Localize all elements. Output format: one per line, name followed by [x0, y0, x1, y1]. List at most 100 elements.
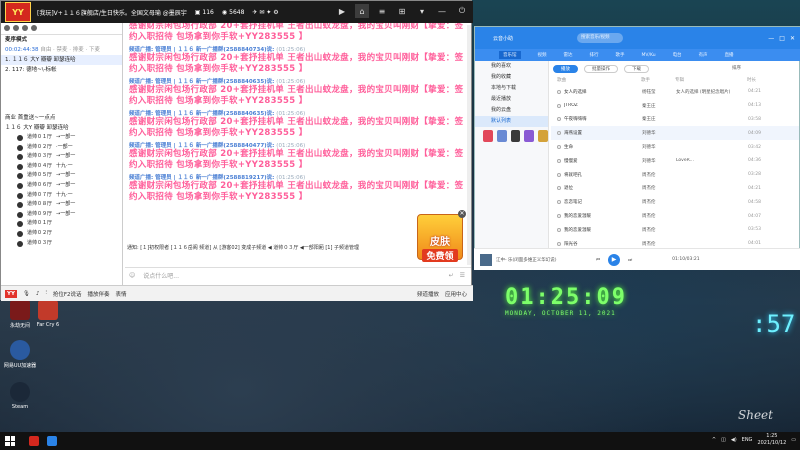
- speak-button[interactable]: 抢位F2说话: [53, 290, 82, 298]
- previous-icon[interactable]: ⏮: [596, 257, 600, 263]
- checkbox[interactable]: [557, 131, 561, 136]
- play-all-button[interactable]: 播放: [553, 65, 578, 73]
- checkbox[interactable]: [557, 117, 561, 122]
- seat-item[interactable]: 道帅０１厅: [1, 219, 122, 229]
- seat-item[interactable]: 道帅０３厅: [1, 239, 122, 249]
- seat-item[interactable]: 道帅０４厅 十九·一: [1, 162, 122, 172]
- playlist-cover[interactable]: [510, 130, 521, 142]
- checkbox[interactable]: [557, 186, 561, 191]
- checkbox[interactable]: [557, 172, 561, 177]
- checkbox[interactable]: [557, 145, 561, 150]
- seat-item[interactable]: 道帅０３厅 →一部一: [1, 152, 122, 162]
- taskbar-yy-icon[interactable]: [29, 436, 39, 446]
- music-user[interactable]: 云音小助: [493, 35, 513, 42]
- column-header[interactable]: 时长: [747, 77, 773, 85]
- playlist-cover[interactable]: [496, 130, 507, 142]
- seat-item[interactable]: 道帅０２厅: [1, 229, 122, 239]
- channel-play-button[interactable]: 频道播放: [417, 290, 439, 298]
- album-cover[interactable]: [480, 253, 492, 266]
- checkbox[interactable]: [557, 214, 561, 219]
- more-icon[interactable]: ▾: [415, 4, 429, 18]
- column-header[interactable]: 歌手: [641, 77, 675, 85]
- music-nav-tab[interactable]: 有声: [699, 52, 708, 58]
- tray-arrow-icon[interactable]: ^: [712, 437, 716, 443]
- playlist-cover[interactable]: [483, 130, 493, 142]
- speaker-icon[interactable]: ◀): [731, 437, 737, 443]
- minimize-button[interactable]: —: [435, 4, 449, 18]
- checkbox[interactable]: [557, 227, 561, 232]
- music-sidebar-item[interactable]: 我的喜欢: [475, 61, 548, 72]
- song-row[interactable]: 慢慢爱 刘德华 LoveR... 04:36: [551, 154, 799, 168]
- song-row[interactable]: 退位 周杰伦 04:21: [551, 182, 799, 196]
- volume-icon[interactable]: ♪: [36, 291, 40, 297]
- location-icon[interactable]: [22, 25, 28, 31]
- taskbar-music-icon[interactable]: [47, 436, 57, 446]
- seat-item[interactable]: 道帅０７厅 十九·一: [1, 191, 122, 201]
- close-button[interactable]: ✕: [790, 35, 795, 42]
- playlist-cover[interactable]: [524, 130, 535, 142]
- music-sidebar-item[interactable]: 本地与下载: [475, 83, 548, 94]
- music-sidebar-item[interactable]: 默认列表: [475, 116, 548, 127]
- checkbox[interactable]: [557, 241, 561, 246]
- column-header[interactable]: 专辑: [675, 77, 747, 85]
- maximize-button[interactable]: □: [779, 35, 785, 42]
- song-row[interactable]: 海燕设置 刘德华 04:09: [551, 126, 799, 141]
- column-header[interactable]: 歌曲: [557, 77, 641, 85]
- channel-header[interactable]: 商业 首重送~一点点: [1, 113, 122, 123]
- seat-item[interactable]: 道帅０１厅 →一部一: [1, 133, 122, 143]
- music-nav-tab[interactable]: 视频: [538, 52, 547, 58]
- queue-item[interactable]: 2. 117: 德地~\-标帐: [1, 65, 122, 75]
- close-icon[interactable]: ✕: [458, 210, 466, 218]
- music-nav-tab[interactable]: 雷达: [564, 52, 573, 58]
- play-button[interactable]: ▶: [608, 253, 621, 266]
- promo-banner[interactable]: ✕ 皮肤 免费领: [417, 210, 466, 262]
- tray-clock[interactable]: 1:25 2021/10/12: [757, 433, 786, 447]
- song-row[interactable]: 生命 刘德华 03:42: [551, 140, 799, 154]
- song-row[interactable]: JTROZ 秦王庄 04:13: [551, 99, 799, 113]
- minimize-button[interactable]: —: [768, 35, 774, 42]
- sort-button[interactable]: 排序: [725, 65, 748, 73]
- user-icon[interactable]: [4, 25, 10, 31]
- notification-icon[interactable]: ▭: [791, 437, 796, 443]
- song-row[interactable]: 女人的选择 杨钰莹 女人的选择 (明星纪念唱片) 04:21: [551, 85, 799, 99]
- mixer-icon[interactable]: ⫶: [45, 290, 46, 297]
- music-sidebar-item[interactable]: 我的收藏: [475, 72, 548, 83]
- music-nav-tab[interactable]: 音乐馆: [499, 51, 521, 59]
- song-row[interactable]: 我的恋爱温暖 周杰伦 03:53: [551, 223, 799, 237]
- menu-icon[interactable]: ≡: [375, 4, 389, 18]
- checkbox[interactable]: [557, 200, 561, 205]
- playlist-cover[interactable]: [538, 130, 548, 142]
- music-search-input[interactable]: 搜索音乐/视频: [577, 33, 624, 43]
- song-row[interactable]: 我的恋爱温暖 周杰伦 04:07: [551, 209, 799, 223]
- music-sidebar-item[interactable]: 我的云盘: [475, 105, 548, 116]
- download-button[interactable]: 下载: [624, 65, 649, 73]
- batch-button[interactable]: 批量操作: [584, 65, 618, 73]
- options-icon[interactable]: ☰: [460, 272, 465, 279]
- network-icon[interactable]: ◫: [721, 437, 726, 443]
- checkbox[interactable]: [557, 103, 561, 108]
- song-row[interactable]: 午夜嗨嗨嗨 秦王庄 03:58: [551, 113, 799, 127]
- seat-item[interactable]: 道帅０５厅 →一部一: [1, 171, 122, 181]
- seat-item[interactable]: 道帅０９厅 →一部一: [1, 210, 122, 220]
- now-playing-title[interactable]: 江中- 乐(闭面多维正义华幻说): [496, 257, 566, 263]
- music-button[interactable]: 播放伴奏: [88, 290, 110, 298]
- settings-icon[interactable]: [31, 25, 37, 31]
- music-nav-tab[interactable]: 排行: [590, 52, 599, 58]
- windows-start-icon[interactable]: [5, 436, 15, 446]
- chat-input[interactable]: 说点什么吧...: [143, 271, 448, 280]
- music-nav-tab[interactable]: 电台: [673, 52, 682, 58]
- desktop-icon-steam[interactable]: Steam: [0, 382, 40, 410]
- music-sidebar-item[interactable]: 最近播放: [475, 94, 548, 105]
- mic-icon[interactable]: 🎙: [23, 291, 30, 297]
- emoji-button[interactable]: 表情: [116, 290, 127, 298]
- gamepad-icon[interactable]: ⊞: [395, 4, 409, 18]
- song-row[interactable]: 恋恋笔记 周杰伦 04:58: [551, 195, 799, 209]
- queue-item[interactable]: 1. １１６ 大Y 瓣瓣 卸瑟连哈: [1, 55, 122, 65]
- music-nav-tab[interactable]: MV/Ku: [642, 53, 656, 58]
- power-icon[interactable]: ⏻: [455, 4, 469, 18]
- music-nav-tab[interactable]: 直播: [725, 52, 734, 58]
- seat-item[interactable]: 道帅０２厅 ·一部一: [1, 143, 122, 153]
- send-icon[interactable]: ↵: [449, 272, 454, 279]
- app-center-button[interactable]: 应用中心: [445, 290, 467, 298]
- desktop-icon-farcry[interactable]: Far Cry 6: [28, 300, 68, 328]
